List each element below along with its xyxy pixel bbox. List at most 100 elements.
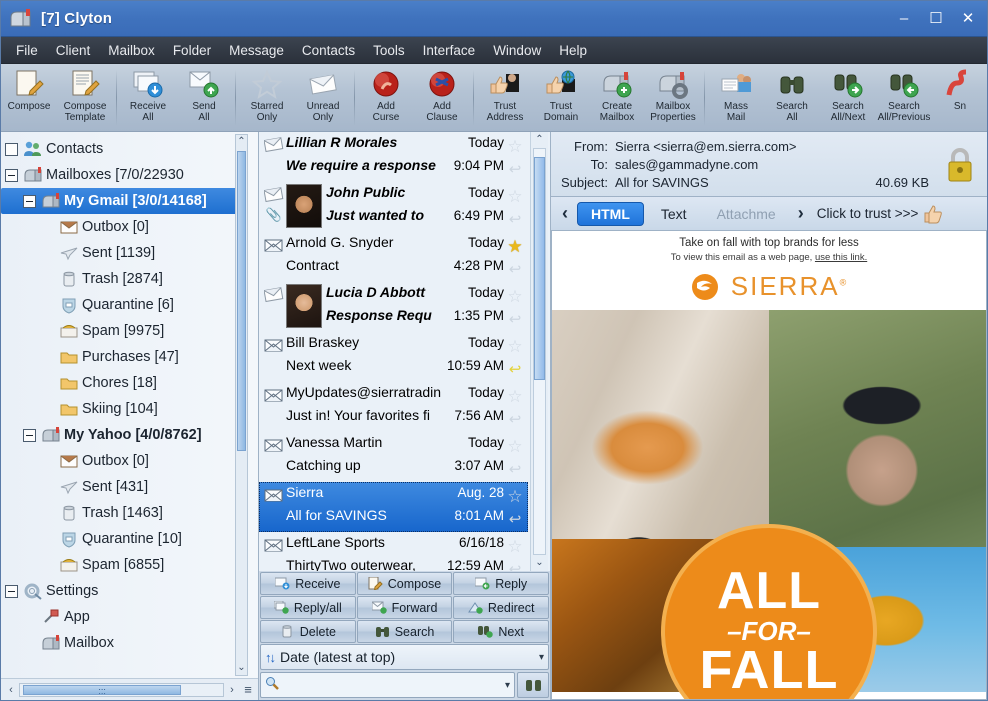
reply-flag-icon[interactable]: ↩ (509, 562, 522, 572)
menu-item-client[interactable]: Client (47, 40, 100, 61)
toolbar-button-add-curse[interactable]: Add Curse (358, 66, 414, 130)
reply-flag-icon[interactable]: ↩ (509, 512, 522, 527)
toolbar-button-search-all/previous[interactable]: Search All/Previous (876, 66, 932, 130)
toolbar-button-unread-only[interactable]: Unread Only (295, 66, 351, 130)
toolbar-button-mailbox-properties[interactable]: Mailbox Properties (645, 66, 701, 130)
sidebar-item-spam[interactable]: Spam [6855] (1, 552, 258, 578)
menu-item-folder[interactable]: Folder (164, 40, 220, 61)
tree-hscroll-track[interactable]: ::: (19, 683, 224, 697)
tree-scroll-right-arrow[interactable]: › (224, 684, 240, 696)
menu-item-file[interactable]: File (7, 40, 47, 61)
sidebar-item-mailbox[interactable]: Mailbox (1, 630, 258, 656)
tree-hscroll-thumb[interactable]: ::: (23, 685, 181, 695)
sidebar-item-my[interactable]: My Gmail [3/0/14168] (1, 188, 248, 214)
collapse-expander-icon[interactable] (23, 195, 36, 208)
collapse-expander-icon[interactable] (5, 585, 18, 598)
collapse-expander-icon[interactable] (5, 169, 18, 182)
message-search-button[interactable]: Search (357, 620, 453, 643)
message-forward-button[interactable]: Forward (357, 596, 453, 619)
sidebar-item-purchases[interactable]: Purchases [47] (1, 344, 258, 370)
sidebar-item-trash[interactable]: Trash [1463] (1, 500, 258, 526)
close-button[interactable]: ✕ (953, 6, 983, 32)
sidebar-item-mailboxes[interactable]: Mailboxes [7/0/22930 (1, 162, 258, 188)
message-delete-button[interactable]: Delete (260, 620, 356, 643)
menu-item-contacts[interactable]: Contacts (293, 40, 364, 61)
message-list-item[interactable]: Arnold G. SnyderTodayContract4:28 PM★↩ (259, 232, 528, 282)
msglist-scroll-up-arrow[interactable]: ⌃ (531, 132, 548, 148)
tab-html[interactable]: HTML (577, 202, 644, 226)
message-receive-button[interactable]: Receive (260, 572, 356, 595)
tree-scroll-left-arrow[interactable]: ‹ (3, 684, 19, 696)
toolbar-button-search-all/next[interactable]: Search All/Next (820, 66, 876, 130)
toolbar-button-starred-only[interactable]: Starred Only (239, 66, 295, 130)
sidebar-item-chores[interactable]: Chores [18] (1, 370, 258, 396)
menu-item-tools[interactable]: Tools (364, 40, 414, 61)
message-list-scrollbar[interactable]: ⌃ ⌄ (530, 132, 548, 571)
star-icon[interactable]: ☆ (507, 538, 522, 555)
message-next-button[interactable]: Next (453, 620, 549, 643)
search-input[interactable]: ▾ (260, 672, 515, 698)
reply-flag-icon[interactable]: ↩ (509, 412, 522, 427)
star-icon[interactable]: ☆ (507, 438, 522, 455)
message-list-item[interactable]: SierraAug. 28All for SAVINGS8:01 AM☆↩ (259, 482, 528, 532)
menu-item-help[interactable]: Help (550, 40, 596, 61)
tree-vertical-scrollbar[interactable]: ⌃ ⌄ (235, 134, 248, 676)
folder-tree[interactable]: ContactsMailboxes [7/0/22930My Gmail [3/… (1, 132, 258, 700)
menu-item-interface[interactable]: Interface (414, 40, 485, 61)
sidebar-item-sent[interactable]: Sent [431] (1, 474, 258, 500)
message-compose-button[interactable]: Compose (357, 572, 453, 595)
maximize-button[interactable]: ☐ (921, 6, 951, 32)
click-to-trust-label[interactable]: Click to trust >>> (817, 206, 919, 221)
message-list-item[interactable]: Lucia D AbbottTodayResponse Requ1:35 PM☆… (259, 282, 528, 332)
message-list-item[interactable]: Vanessa MartinTodayCatching up3:07 AM☆↩ (259, 432, 528, 482)
star-icon[interactable]: ☆ (507, 188, 522, 205)
tab-attachments[interactable]: Attachme (704, 203, 789, 225)
star-icon[interactable]: ☆ (507, 338, 522, 355)
sidebar-item-trash[interactable]: Trash [2874] (1, 266, 258, 292)
message-replyall-button[interactable]: Reply/all (260, 596, 356, 619)
star-icon[interactable]: ☆ (507, 288, 522, 305)
toolbar-button-trust-address[interactable]: Trust Address (477, 66, 533, 130)
sidebar-item-outbox[interactable]: Outbox [0] (1, 448, 258, 474)
reply-flag-icon[interactable]: ↩ (509, 462, 522, 477)
toolbar-button-add-clause[interactable]: Add Clause (414, 66, 470, 130)
msglist-scroll-thumb[interactable] (534, 157, 545, 380)
toolbar-button-mass-mail[interactable]: Mass Mail (708, 66, 764, 130)
tree-scroll-down-arrow[interactable]: ⌄ (236, 661, 247, 675)
msglist-scroll-track[interactable] (533, 148, 546, 555)
message-list-item[interactable]: Lillian R MoralesTodayWe require a respo… (259, 132, 528, 182)
message-list-item[interactable]: Bill BraskeyTodayNext week10:59 AM☆↩ (259, 332, 528, 382)
star-icon[interactable]: ★ (507, 238, 522, 255)
message-reply-button[interactable]: Reply (453, 572, 549, 595)
sort-order-dropdown[interactable]: ↑↓ Date (latest at top) ▾ (260, 644, 549, 670)
next-view-button[interactable]: › (793, 203, 809, 224)
message-list-item[interactable]: LeftLane Sports6/16/18ThirtyTwo outerwea… (259, 532, 528, 571)
chevron-down-icon[interactable]: ▾ (539, 652, 544, 663)
tree-scroll-thumb[interactable] (237, 151, 246, 451)
collapse-expander-icon[interactable] (23, 429, 36, 442)
toolbar-button-send-all[interactable]: Send All (176, 66, 232, 130)
sidebar-item-quarantine[interactable]: Quarantine [6] (1, 292, 258, 318)
toolbar-button-create-mailbox[interactable]: Create Mailbox (589, 66, 645, 130)
toolbar-button-compose[interactable]: Compose (1, 66, 57, 130)
sidebar-item-skiing[interactable]: Skiing [104] (1, 396, 258, 422)
sidebar-item-settings[interactable]: Settings (1, 578, 258, 604)
sidebar-item-contacts[interactable]: Contacts (1, 136, 258, 162)
toolbar-button-compose-template[interactable]: Compose Template (57, 66, 113, 130)
tree-horizontal-scrollbar[interactable]: ‹ ::: › ≡ (1, 678, 258, 700)
prev-view-button[interactable]: ‹ (557, 203, 573, 224)
reply-flag-icon[interactable]: ↩ (509, 262, 522, 277)
sidebar-item-sent[interactable]: Sent [1139] (1, 240, 258, 266)
message-list-item[interactable]: MyUpdates@sierratradinTodayJust in! Your… (259, 382, 528, 432)
toolbar-button-search-all[interactable]: Search All (764, 66, 820, 130)
sidebar-item-my[interactable]: My Yahoo [4/0/8762] (1, 422, 258, 448)
checkbox-icon[interactable] (5, 143, 18, 156)
menu-item-window[interactable]: Window (484, 40, 550, 61)
chevron-down-icon[interactable]: ▾ (505, 680, 510, 691)
star-icon[interactable]: ☆ (507, 488, 522, 505)
message-list[interactable]: Lillian R MoralesTodayWe require a respo… (259, 132, 550, 571)
tree-scroll-up-arrow[interactable]: ⌃ (236, 135, 247, 149)
reply-flag-icon[interactable]: ↩ (509, 212, 522, 227)
message-redirect-button[interactable]: Redirect (453, 596, 549, 619)
toolbar-button-sn[interactable]: Sn (932, 66, 987, 130)
